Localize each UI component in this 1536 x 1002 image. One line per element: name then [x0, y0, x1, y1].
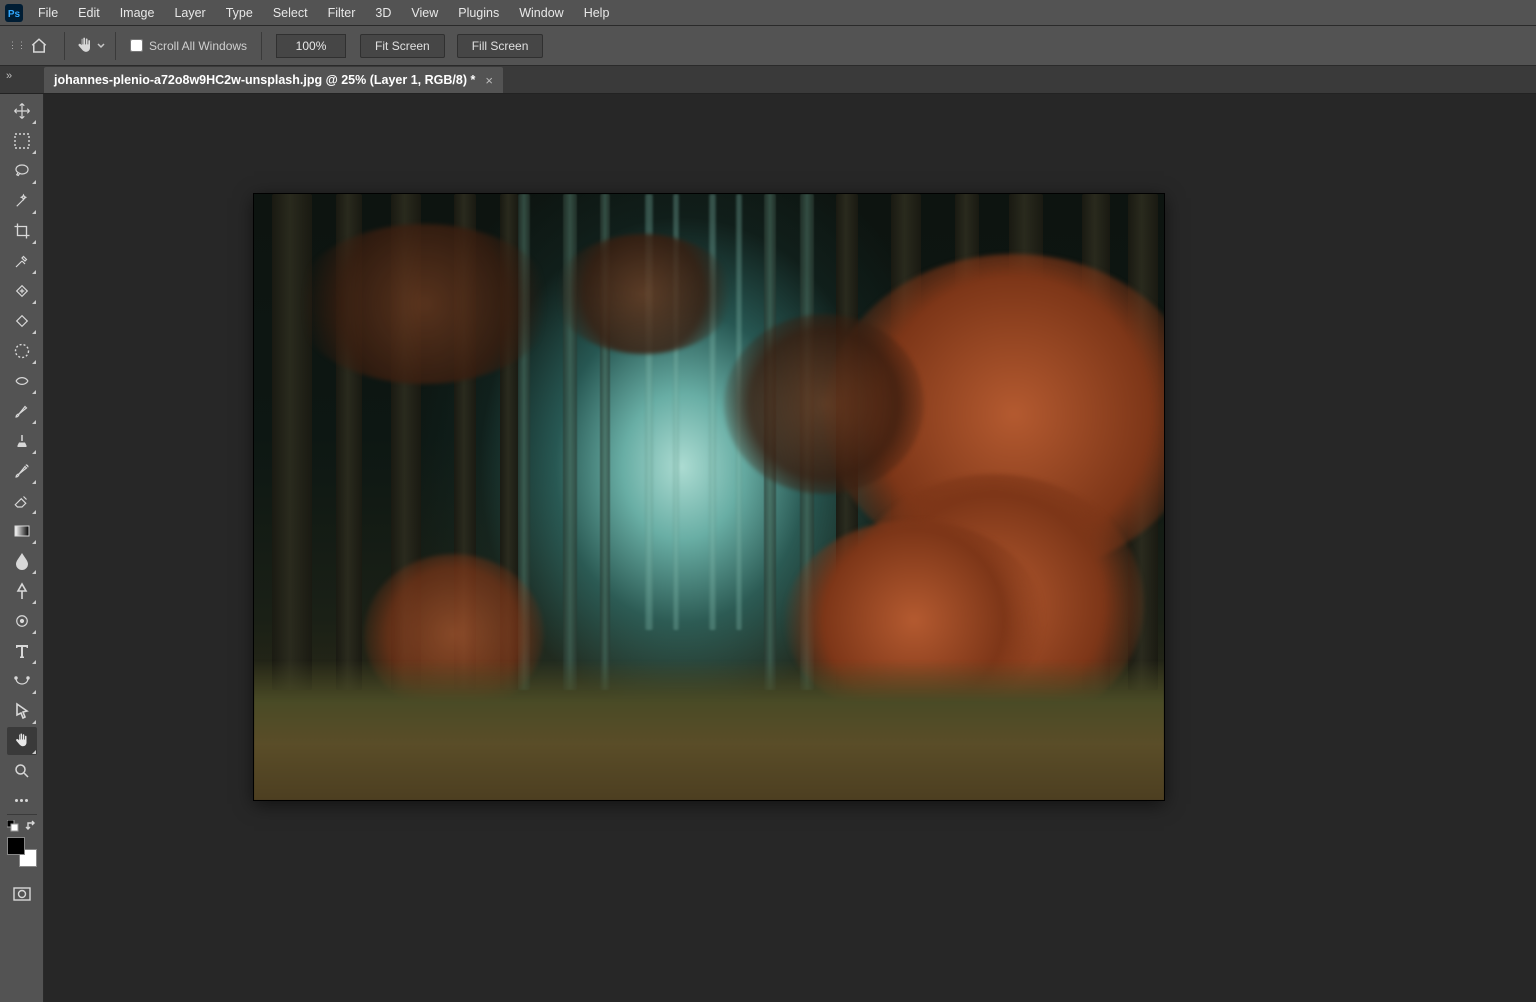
- document-tab-strip: » johannes-plenio-a72o8w9HC2w-unsplash.j…: [0, 66, 1536, 94]
- menu-3d[interactable]: 3D: [365, 0, 401, 25]
- scroll-all-windows-label: Scroll All Windows: [149, 39, 247, 53]
- options-gripper-icon[interactable]: ⋮⋮: [8, 32, 18, 60]
- menu-view[interactable]: View: [401, 0, 448, 25]
- hand-tool[interactable]: [7, 727, 37, 755]
- zoom-100-button[interactable]: 100%: [276, 34, 346, 58]
- menu-select[interactable]: Select: [263, 0, 318, 25]
- menu-filter[interactable]: Filter: [318, 0, 366, 25]
- dodge-tool[interactable]: [7, 577, 37, 605]
- menu-plugins[interactable]: Plugins: [448, 0, 509, 25]
- zoom-tool[interactable]: [7, 757, 37, 785]
- brush-tool[interactable]: [7, 397, 37, 425]
- svg-text:Ps: Ps: [8, 9, 21, 20]
- document-tab-title: johannes-plenio-a72o8w9HC2w-unsplash.jpg…: [54, 73, 475, 87]
- content-aware-tool[interactable]: [7, 367, 37, 395]
- quick-mask-icon[interactable]: [7, 881, 37, 907]
- home-button[interactable]: [22, 31, 56, 61]
- menu-file[interactable]: File: [28, 0, 68, 25]
- menu-image[interactable]: Image: [110, 0, 165, 25]
- separator: [64, 32, 65, 60]
- default-colors-icon[interactable]: [7, 820, 19, 832]
- document-image: [254, 194, 1164, 800]
- separator: [7, 814, 37, 815]
- blur-tool[interactable]: [7, 547, 37, 575]
- edit-toolbar-icon[interactable]: [7, 790, 37, 810]
- canvas-area[interactable]: [44, 94, 1536, 1002]
- options-bar: ⋮⋮ Scroll All Windows 100% Fit Screen Fi…: [0, 26, 1536, 66]
- menu-help[interactable]: Help: [574, 0, 620, 25]
- menu-type[interactable]: Type: [216, 0, 263, 25]
- healing-brush-tool[interactable]: [7, 307, 37, 335]
- frame-tool[interactable]: [7, 337, 37, 365]
- menu-bar: Ps File Edit Image Layer Type Select Fil…: [0, 0, 1536, 26]
- marquee-tool[interactable]: [7, 127, 37, 155]
- menu-window[interactable]: Window: [509, 0, 573, 25]
- fill-screen-button[interactable]: Fill Screen: [457, 34, 544, 58]
- close-tab-icon[interactable]: ×: [485, 73, 493, 88]
- direct-select-tool[interactable]: [7, 697, 37, 725]
- clone-stamp-tool[interactable]: [7, 427, 37, 455]
- tools-panel: [0, 94, 44, 1002]
- magic-wand-tool[interactable]: [7, 187, 37, 215]
- current-tool-hand-icon[interactable]: [73, 31, 107, 61]
- crop-tool[interactable]: [7, 217, 37, 245]
- work-area: [0, 94, 1536, 1002]
- lasso-tool[interactable]: [7, 157, 37, 185]
- separator: [115, 32, 116, 60]
- foreground-color-swatch[interactable]: [7, 837, 25, 855]
- spot-heal-tool[interactable]: [7, 277, 37, 305]
- menu-edit[interactable]: Edit: [68, 0, 110, 25]
- move-tool[interactable]: [7, 97, 37, 125]
- scroll-all-windows-checkbox[interactable]: Scroll All Windows: [124, 39, 253, 53]
- pen-tool[interactable]: [7, 607, 37, 635]
- scroll-all-windows-input[interactable]: [130, 39, 143, 52]
- gradient-tool[interactable]: [7, 517, 37, 545]
- eraser-tool[interactable]: [7, 487, 37, 515]
- color-swatches[interactable]: [7, 837, 37, 867]
- document-canvas[interactable]: [254, 194, 1164, 800]
- menu-layer[interactable]: Layer: [164, 0, 215, 25]
- history-brush-tool[interactable]: [7, 457, 37, 485]
- type-tool[interactable]: [7, 637, 37, 665]
- path-select-tool[interactable]: [7, 667, 37, 695]
- swap-default-colors-row: [7, 819, 37, 833]
- document-tab[interactable]: johannes-plenio-a72o8w9HC2w-unsplash.jpg…: [44, 67, 503, 93]
- swap-colors-icon[interactable]: [25, 820, 37, 832]
- fit-screen-button[interactable]: Fit Screen: [360, 34, 445, 58]
- ps-logo-icon: Ps: [0, 0, 28, 25]
- eyedropper-tool[interactable]: [7, 247, 37, 275]
- expand-panels-icon[interactable]: »: [6, 70, 12, 82]
- separator: [261, 32, 262, 60]
